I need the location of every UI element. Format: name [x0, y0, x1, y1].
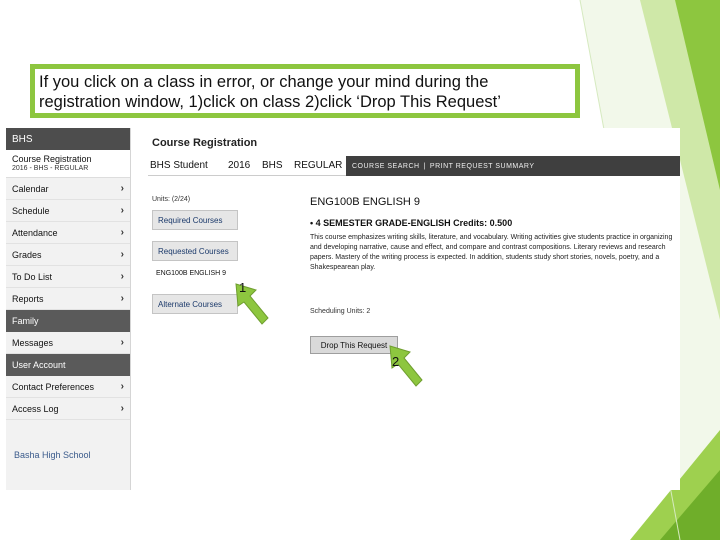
sidebar-section-family: Family	[6, 310, 130, 332]
enrollment-type: REGULAR	[294, 160, 343, 171]
chevron-right-icon: ›	[120, 337, 124, 348]
course-detail-title: ENG100B ENGLISH 9	[310, 196, 421, 208]
instruction-callout: If you click on a class in error, or cha…	[30, 64, 580, 118]
school-year: 2016	[228, 160, 251, 171]
sidebar-item-label: Contact Preferences	[12, 381, 95, 392]
chevron-right-icon: ›	[120, 271, 124, 282]
sidebar-item-messages[interactable]: Messages ›	[6, 332, 130, 354]
sidebar-item-calendar[interactable]: Calendar ›	[6, 178, 130, 200]
sidebar-course-title: Course Registration	[12, 154, 92, 164]
chevron-right-icon: ›	[120, 183, 124, 194]
school-name-link[interactable]: Basha High School	[14, 450, 91, 460]
student-info-bar: BHS Student 2016 BHS REGULAR COURSE SEAR…	[148, 156, 680, 176]
sidebar-course-subtitle: 2016 - BHS - REGULAR	[12, 165, 89, 172]
sidebar-item-todo[interactable]: To Do List ›	[6, 266, 130, 288]
course-description: This course emphasizes writing skills, l…	[310, 234, 673, 271]
tab-print-request-summary[interactable]: PRINT REQUEST SUMMARY	[430, 163, 535, 170]
drop-this-request-button[interactable]: Drop This Request	[310, 336, 398, 354]
sidebar-item-attendance[interactable]: Attendance ›	[6, 222, 130, 244]
sidebar-item-label: Access Log	[12, 403, 59, 414]
student-name: BHS Student	[150, 160, 208, 171]
sidebar-header[interactable]: BHS	[6, 128, 130, 150]
annotation-number-2: 2	[392, 354, 400, 369]
tab-separator: |	[423, 162, 426, 170]
sidebar-item-access-log[interactable]: Access Log ›	[6, 398, 130, 420]
callout-line-1: If you click on a class in error, or cha…	[39, 73, 489, 91]
sidebar-section-user-account: User Account	[6, 354, 130, 376]
page-title: Course Registration	[152, 137, 258, 149]
sidebar-item-grades[interactable]: Grades ›	[6, 244, 130, 266]
chevron-right-icon: ›	[120, 381, 124, 392]
sidebar: BHS Course Registration 2016 - BHS - REG…	[6, 128, 131, 490]
alternate-courses-button[interactable]: Alternate Courses	[152, 294, 238, 314]
callout-line-2: registration window, 1)click on class 2)…	[39, 93, 501, 111]
chevron-right-icon: ›	[120, 293, 124, 304]
annotation-number-1: 1	[239, 280, 247, 295]
sidebar-item-label: Schedule	[12, 205, 50, 216]
units-count: Units: (2/24)	[152, 196, 191, 203]
sidebar-item-reports[interactable]: Reports ›	[6, 288, 130, 310]
registration-tabs: COURSE SEARCH | PRINT REQUEST SUMMARY	[346, 156, 680, 176]
screenshot-panel: BHS Course Registration 2016 - BHS - REG…	[6, 128, 680, 490]
school-code: BHS	[262, 160, 283, 171]
sidebar-item-schedule[interactable]: Schedule ›	[6, 200, 130, 222]
main-content: Course Registration BHS Student 2016 BHS…	[148, 128, 680, 490]
requested-course-item[interactable]: ENG100B ENGLISH 9	[156, 270, 226, 277]
sidebar-item-label: Grades	[12, 249, 42, 260]
tab-course-search[interactable]: COURSE SEARCH	[352, 163, 420, 170]
requested-courses-button[interactable]: Requested Courses	[152, 241, 238, 261]
sidebar-item-label: Calendar	[12, 183, 49, 194]
sidebar-item-contact-preferences[interactable]: Contact Preferences ›	[6, 376, 130, 398]
sidebar-item-label: To Do List	[12, 271, 53, 282]
scheduling-units: Scheduling Units: 2	[310, 308, 371, 315]
chevron-right-icon: ›	[120, 403, 124, 414]
sidebar-item-label: Messages	[12, 337, 54, 348]
required-courses-button[interactable]: Required Courses	[152, 210, 238, 230]
chevron-right-icon: ›	[120, 227, 124, 238]
chevron-right-icon: ›	[120, 249, 124, 260]
sidebar-item-label: Attendance	[12, 227, 58, 238]
sidebar-item-label: Reports	[12, 293, 44, 304]
sidebar-course-registration[interactable]: Course Registration 2016 - BHS - REGULAR	[6, 150, 130, 178]
course-detail-subtitle: • 4 SEMESTER GRADE-ENGLISH Credits: 0.50…	[310, 218, 513, 228]
chevron-right-icon: ›	[120, 205, 124, 216]
